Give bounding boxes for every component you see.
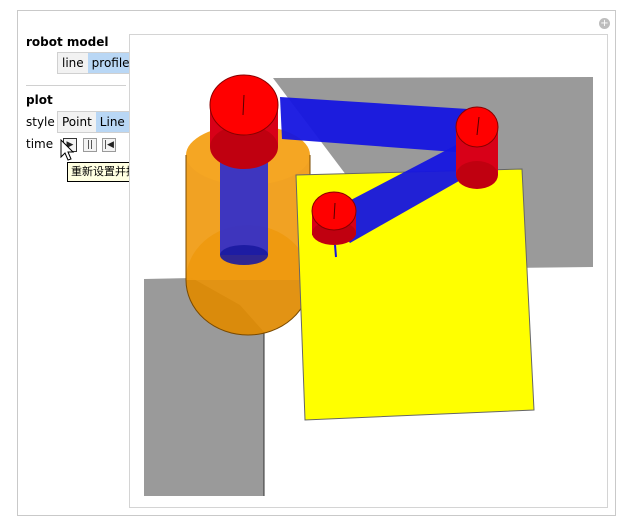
robot-model-option-line[interactable]: line bbox=[58, 53, 88, 73]
plus-circle-icon[interactable]: + bbox=[599, 18, 610, 29]
arrow-cursor-icon bbox=[60, 139, 75, 161]
robot-3d-viewport[interactable] bbox=[129, 34, 608, 508]
reset-icon: |◀ bbox=[104, 140, 114, 150]
robot-model-setter: line profile bbox=[57, 52, 135, 74]
joint-wrist bbox=[311, 191, 357, 245]
robot-model-option-profile[interactable]: profile bbox=[87, 53, 134, 73]
joint-shoulder bbox=[209, 74, 279, 169]
reset-button[interactable]: |◀ bbox=[102, 138, 116, 152]
style-option-point[interactable]: Point bbox=[58, 112, 96, 132]
robot-scene bbox=[144, 74, 593, 496]
style-setter: Point Line bbox=[57, 111, 130, 133]
joint-elbow bbox=[455, 106, 499, 189]
time-label: time bbox=[26, 137, 54, 151]
pause-button[interactable]: || bbox=[83, 138, 97, 152]
style-label: style bbox=[26, 115, 55, 129]
robot-model-title: robot model bbox=[26, 35, 109, 49]
divider bbox=[26, 85, 126, 86]
pause-icon: || bbox=[86, 140, 94, 150]
plot-title: plot bbox=[26, 93, 53, 107]
style-option-line[interactable]: Line bbox=[95, 112, 129, 132]
